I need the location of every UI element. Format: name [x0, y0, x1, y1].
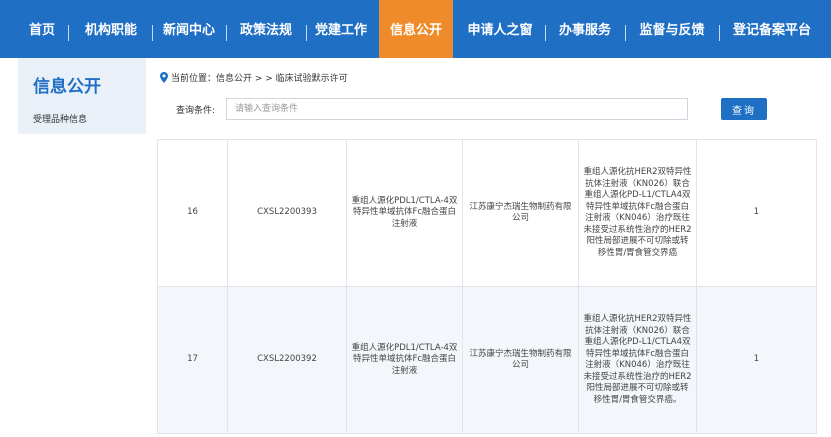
nav-item-info-disclosure[interactable]: 信息公开	[379, 0, 453, 58]
cell-count: 1	[696, 139, 817, 287]
cell-number: 16	[157, 139, 228, 287]
cell-acceptance-number: CXSL2200393	[227, 139, 347, 287]
nav-separator	[226, 25, 227, 41]
table-row: 17 CXSL2200392 重组人源化PDL1/CTLA-4双特异性单域抗体F…	[157, 286, 817, 434]
nav-item-party-building[interactable]: 党建工作	[308, 0, 374, 58]
nav-item-news[interactable]: 新闻中心	[156, 0, 222, 58]
search-label: 查询条件:	[176, 106, 216, 116]
cell-number: 17	[157, 286, 228, 434]
nav-separator	[152, 25, 153, 41]
nav-item-supervision-feedback[interactable]: 监督与反馈	[630, 0, 714, 58]
nav-separator	[719, 25, 720, 41]
nav-item-services[interactable]: 办事服务	[550, 0, 620, 58]
cell-acceptance-number: CXSL2200392	[227, 286, 347, 434]
cell-applicant: 江苏康宁杰瑞生物制药有限公司	[462, 139, 579, 287]
cell-indication: 重组人源化抗HER2双特异性抗体注射液（KN026）联合重组人源化PD-L1/C…	[578, 286, 697, 434]
nav-separator	[306, 25, 307, 41]
breadcrumb-text[interactable]: 当前位置：信息公开 > > 临床试验默示许可	[171, 71, 348, 84]
nav-item-applicant-window[interactable]: 申请人之窗	[460, 0, 540, 58]
nav-item-registration-platform[interactable]: 登记备案平台	[722, 0, 822, 58]
top-nav: 首页 机构职能 新闻中心 政策法规 党建工作 信息公开 申请人之窗 办事服务 监…	[0, 0, 831, 58]
sidebar-title: 信息公开	[33, 77, 101, 97]
nav-separator	[545, 25, 546, 41]
cell-applicant: 江苏康宁杰瑞生物制药有限公司	[462, 286, 579, 434]
breadcrumb: 当前位置：信息公开 > > 临床试验默示许可	[160, 70, 348, 84]
nav-item-policy[interactable]: 政策法规	[230, 0, 302, 58]
nav-item-home[interactable]: 首页	[20, 0, 64, 58]
nav-item-organization[interactable]: 机构职能	[74, 0, 148, 58]
nav-separator	[68, 25, 69, 41]
results-table: 16 CXSL2200393 重组人源化PDL1/CTLA-4双特异性单域抗体F…	[157, 139, 817, 434]
nav-separator	[625, 25, 626, 41]
cell-indication: 重组人源化抗HER2双特异性抗体注射液（KN026）联合重组人源化PD-L1/C…	[578, 139, 697, 287]
search-input[interactable]	[226, 98, 688, 120]
cell-drug-name: 重组人源化PDL1/CTLA-4双特异性单域抗体Fc融合蛋白注射液	[346, 286, 463, 434]
sidebar: 信息公开 受理品种信息	[18, 58, 146, 134]
table-row: 16 CXSL2200393 重组人源化PDL1/CTLA-4双特异性单域抗体F…	[157, 139, 817, 287]
cell-drug-name: 重组人源化PDL1/CTLA-4双特异性单域抗体Fc融合蛋白注射液	[346, 139, 463, 287]
sidebar-item-accepted-varieties[interactable]: 受理品种信息	[33, 112, 87, 125]
search-button[interactable]: 查询	[721, 98, 767, 120]
location-pin-icon	[160, 71, 168, 83]
cell-count: 1	[696, 286, 817, 434]
